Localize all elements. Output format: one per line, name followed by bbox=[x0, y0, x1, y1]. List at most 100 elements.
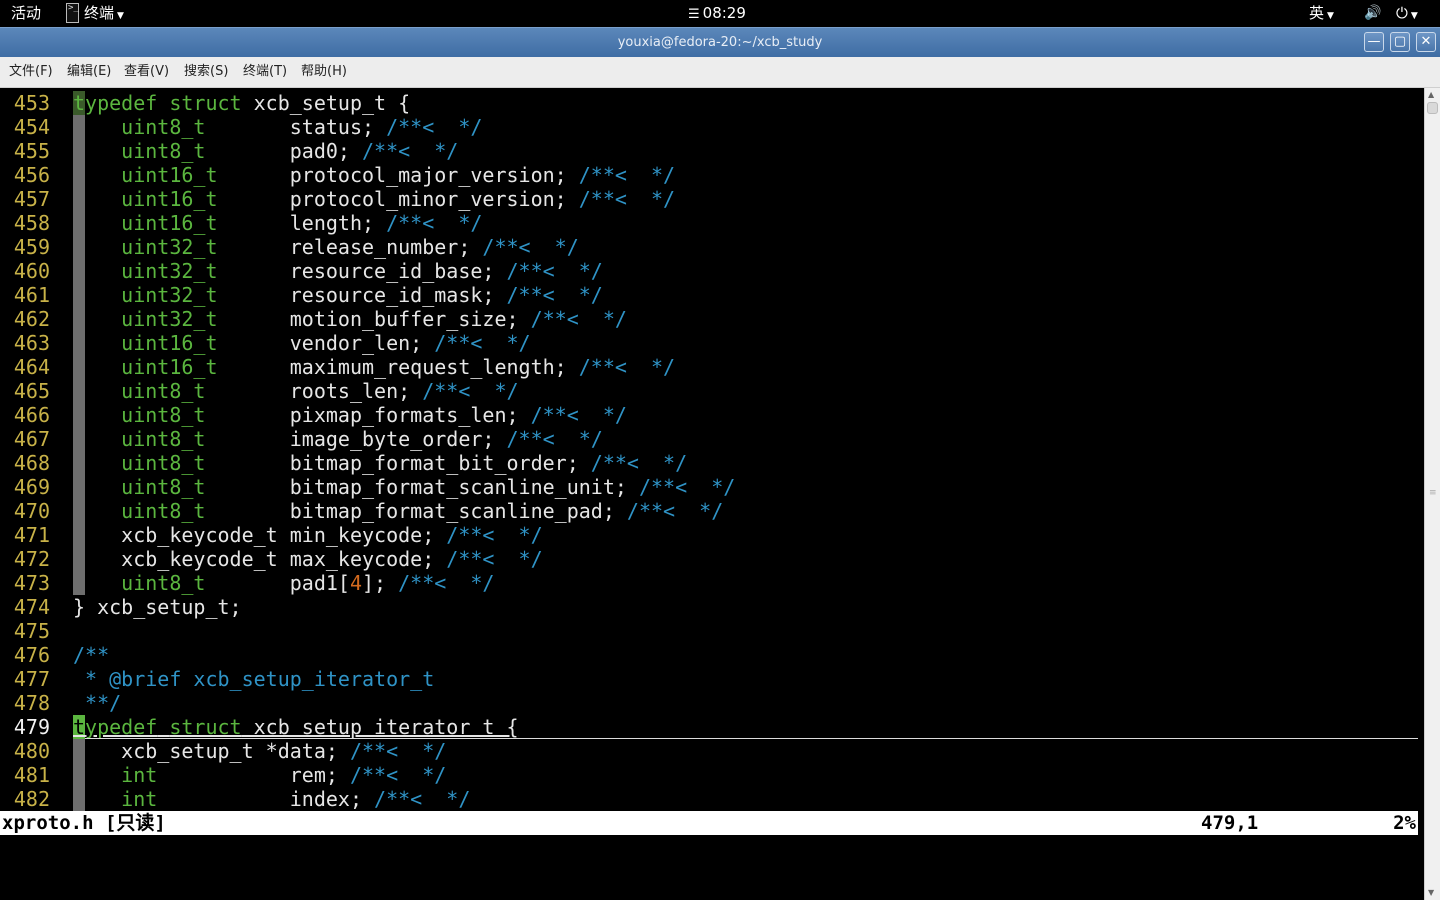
menu-view[interactable]: 查看(V) bbox=[122, 57, 171, 87]
line-number: 475 bbox=[13, 619, 50, 643]
minimize-button[interactable]: — bbox=[1364, 32, 1384, 52]
scroll-up-arrow-icon[interactable]: ▲ bbox=[1428, 90, 1434, 99]
code-text: uint8_t bitmap_format_scanline_unit; /**… bbox=[121, 475, 736, 499]
code-text: uint16_t protocol_major_version; /**< */ bbox=[121, 163, 676, 187]
code-text: uint8_t bitmap_format_scanline_pad; /**<… bbox=[121, 499, 724, 523]
code-text: int rem; /**< */ bbox=[121, 763, 447, 787]
line-number: 477 bbox=[13, 667, 50, 691]
line-number: 473 bbox=[13, 571, 50, 595]
code-text: uint32_t resource_id_mask; /**< */ bbox=[121, 283, 603, 307]
line-number: 467 bbox=[13, 427, 50, 451]
code-line[interactable]: 480 xcb_setup_t *data; /**< */ bbox=[0, 739, 1418, 763]
line-number: 472 bbox=[13, 547, 50, 571]
code-text: * @brief xcb_setup_iterator_t bbox=[73, 667, 435, 691]
window-title: youxia@fedora-20:~/xcb_study bbox=[617, 35, 823, 50]
line-number: 482 bbox=[13, 787, 50, 811]
code-line[interactable]: 462 uint32_t motion_buffer_size; /**< */ bbox=[0, 307, 1418, 331]
code-line[interactable]: 455 uint8_t pad0; /**< */ bbox=[0, 139, 1418, 163]
menu-bar: 文件(F) 编辑(E) 查看(V) 搜索(S) 终端(T) 帮助(H) bbox=[0, 57, 1440, 88]
chevron-down-icon: ▼ bbox=[1410, 11, 1418, 21]
line-number: 459 bbox=[13, 235, 50, 259]
top-bar: 活动 >_ 终端 ▼ ☰ 08:29 英 ▼ 🔊 ⏻ ▼ bbox=[0, 0, 1440, 27]
text-cursor: t bbox=[73, 715, 86, 739]
status-cursor-position: 479,1 bbox=[1201, 812, 1259, 834]
line-number: 479 bbox=[13, 715, 50, 739]
line-number: 456 bbox=[13, 163, 50, 187]
code-line[interactable]: 482 int index; /**< */ bbox=[0, 787, 1418, 811]
activities-button[interactable]: 活动 bbox=[11, 0, 41, 27]
code-text: typedef struct xcb_setup_iterator_t { bbox=[73, 715, 519, 739]
menu-file[interactable]: 文件(F) bbox=[7, 57, 55, 87]
line-number: 470 bbox=[13, 499, 50, 523]
clock[interactable]: ☰ 08:29 bbox=[688, 0, 746, 27]
code-line[interactable]: 458 uint16_t length; /**< */ bbox=[0, 211, 1418, 235]
input-method-menu[interactable]: 英 ▼ bbox=[1309, 0, 1334, 27]
line-number: 466 bbox=[13, 403, 50, 427]
code-line[interactable]: 460 uint32_t resource_id_base; /**< */ bbox=[0, 259, 1418, 283]
code-line[interactable]: 463 uint16_t vendor_len; /**< */ bbox=[0, 331, 1418, 355]
code-line[interactable]: 476 /** bbox=[0, 643, 1418, 667]
code-line[interactable]: 454 uint8_t status; /**< */ bbox=[0, 115, 1418, 139]
scroll-down-arrow-icon[interactable]: ▼ bbox=[1428, 888, 1434, 897]
status-filename: xproto.h [只读] bbox=[2, 812, 166, 834]
app-menu[interactable]: >_ 终端 ▼ bbox=[64, 0, 124, 27]
code-line[interactable]: 464 uint16_t maximum_request_length; /**… bbox=[0, 355, 1418, 379]
line-number: 453 bbox=[13, 91, 50, 115]
code-line[interactable]: 467 uint8_t image_byte_order; /**< */ bbox=[0, 427, 1418, 451]
code-text: uint8_t pad0; /**< */ bbox=[121, 139, 459, 163]
code-line[interactable]: 453 typedef struct xcb_setup_t { bbox=[0, 91, 1418, 115]
code-line[interactable]: 481 int rem; /**< */ bbox=[0, 763, 1418, 787]
menu-terminal[interactable]: 终端(T) bbox=[241, 57, 289, 87]
vim-editor[interactable]: 453 typedef struct xcb_setup_t {454 uint8… bbox=[0, 91, 1418, 811]
scroll-grip-icon: ≡ bbox=[1429, 488, 1437, 498]
code-text: uint16_t maximum_request_length; /**< */ bbox=[121, 355, 676, 379]
line-number: 462 bbox=[13, 307, 50, 331]
terminal-scrollbar[interactable]: ▲ ≡ ▼ bbox=[1424, 88, 1440, 900]
code-line[interactable]: 457 uint16_t protocol_minor_version; /**… bbox=[0, 187, 1418, 211]
status-percent: 2% bbox=[1393, 812, 1416, 834]
code-text: } xcb_setup_t; bbox=[73, 595, 242, 619]
input-method-label: 英 bbox=[1309, 4, 1325, 22]
code-text: typedef struct xcb_setup_t { bbox=[73, 91, 411, 115]
code-line[interactable]: 469 uint8_t bitmap_format_scanline_unit;… bbox=[0, 475, 1418, 499]
code-line[interactable]: 468 uint8_t bitmap_format_bit_order; /**… bbox=[0, 451, 1418, 475]
window-titlebar[interactable]: youxia@fedora-20:~/xcb_study — ▢ ✕ bbox=[0, 27, 1440, 57]
code-text: uint8_t pixmap_formats_len; /**< */ bbox=[121, 403, 627, 427]
line-number: 465 bbox=[13, 379, 50, 403]
code-line[interactable]: 475 bbox=[0, 619, 1418, 643]
maximize-button[interactable]: ▢ bbox=[1390, 32, 1410, 52]
code-text: **/ bbox=[73, 691, 122, 715]
code-line[interactable]: 466 uint8_t pixmap_formats_len; /**< */ bbox=[0, 403, 1418, 427]
code-line[interactable]: 478 **/ bbox=[0, 691, 1418, 715]
line-number: 463 bbox=[13, 331, 50, 355]
code-text: uint8_t pad1[4]; /**< */ bbox=[121, 571, 495, 595]
terminal-area[interactable]: 453 typedef struct xcb_setup_t {454 uint8… bbox=[0, 88, 1424, 900]
line-number: 458 bbox=[13, 211, 50, 235]
code-line[interactable]: 461 uint32_t resource_id_mask; /**< */ bbox=[0, 283, 1418, 307]
volume-icon[interactable]: 🔊 bbox=[1364, 0, 1381, 27]
code-text: uint16_t vendor_len; /**< */ bbox=[121, 331, 531, 355]
scroll-thumb[interactable] bbox=[1427, 102, 1438, 114]
code-line[interactable]: 471 xcb_keycode_t min_keycode; /**< */ bbox=[0, 523, 1418, 547]
menu-search[interactable]: 搜索(S) bbox=[182, 57, 230, 87]
vim-status-line: xproto.h [只读] 479,1 2% bbox=[0, 811, 1418, 835]
line-number: 481 bbox=[13, 763, 50, 787]
code-line[interactable]: 472 xcb_keycode_t max_keycode; /**< */ bbox=[0, 547, 1418, 571]
code-line[interactable]: 456 uint16_t protocol_major_version; /**… bbox=[0, 163, 1418, 187]
clock-time: 08:29 bbox=[702, 4, 746, 22]
code-line[interactable]: 459 uint32_t release_number; /**< */ bbox=[0, 235, 1418, 259]
code-text: uint8_t roots_len; /**< */ bbox=[121, 379, 519, 403]
code-line[interactable]: 477 * @brief xcb_setup_iterator_t bbox=[0, 667, 1418, 691]
power-icon[interactable]: ⏻ ▼ bbox=[1396, 0, 1418, 27]
code-text: uint32_t release_number; /**< */ bbox=[121, 235, 579, 259]
line-number: 476 bbox=[13, 643, 50, 667]
close-button[interactable]: ✕ bbox=[1416, 32, 1436, 52]
menu-help[interactable]: 帮助(H) bbox=[299, 57, 349, 87]
code-text: uint8_t bitmap_format_bit_order; /**< */ bbox=[121, 451, 688, 475]
menu-edit[interactable]: 编辑(E) bbox=[65, 57, 113, 87]
code-line[interactable]: 470 uint8_t bitmap_format_scanline_pad; … bbox=[0, 499, 1418, 523]
code-line[interactable]: 474} xcb_setup_t; bbox=[0, 595, 1418, 619]
code-line[interactable]: 479 typedef struct xcb_setup_iterator_t { bbox=[0, 715, 1418, 739]
code-line[interactable]: 465 uint8_t roots_len; /**< */ bbox=[0, 379, 1418, 403]
code-line[interactable]: 473 uint8_t pad1[4]; /**< */ bbox=[0, 571, 1418, 595]
